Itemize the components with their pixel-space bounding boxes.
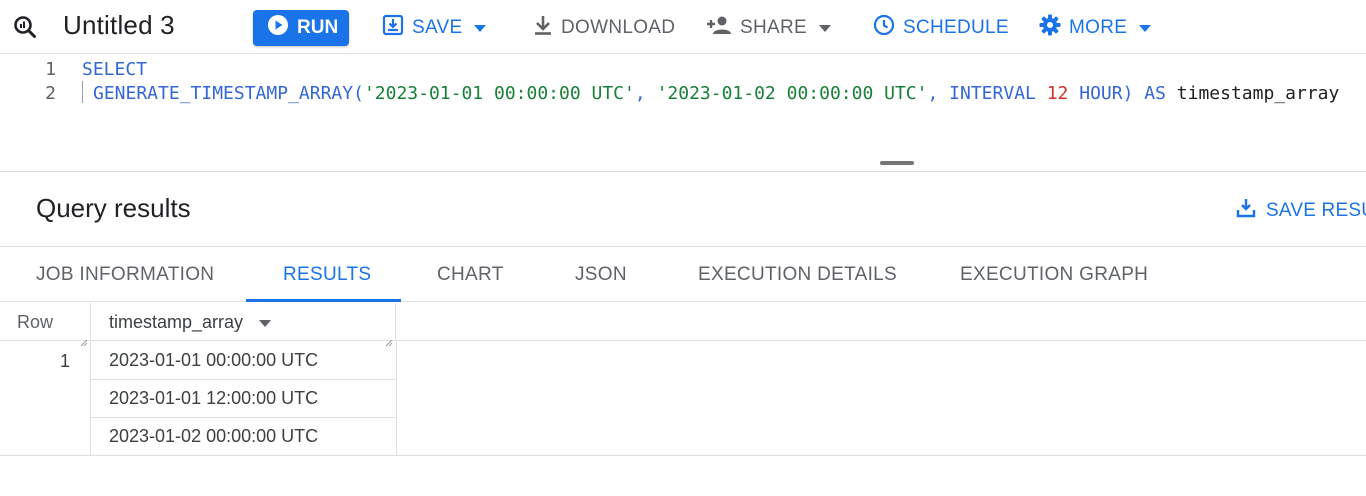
- table-cell[interactable]: 2023-01-01 12:00:00 UTC: [91, 380, 397, 418]
- table-row: 2023-01-01 12:00:00 UTC: [0, 380, 397, 418]
- code-line-1[interactable]: SELECT: [82, 59, 147, 80]
- row-number-spacer: [0, 380, 91, 418]
- code-token: '2023-01-01 00:00:00 UTC': [363, 83, 635, 104]
- query-title[interactable]: Untitled 3: [63, 10, 175, 41]
- resize-grip-icon[interactable]: [80, 331, 88, 347]
- row-number: 1: [0, 342, 91, 380]
- code-token: , INTERVAL: [927, 83, 1047, 104]
- sort-menu-icon[interactable]: [259, 312, 272, 333]
- play-icon: [267, 14, 297, 42]
- add-person-icon: [706, 15, 740, 41]
- code-token: '2023-01-02 00:00:00 UTC': [656, 83, 928, 104]
- table-cell[interactable]: 2023-01-02 00:00:00 UTC: [91, 418, 397, 456]
- more-label: MORE: [1069, 17, 1128, 38]
- run-label: RUN: [297, 17, 339, 38]
- line-number: 1: [45, 59, 56, 80]
- share-button[interactable]: SHARE: [706, 10, 839, 46]
- chevron-down-icon: [1139, 17, 1159, 39]
- code-token: timestamp_array: [1176, 83, 1340, 104]
- resize-grip-icon[interactable]: [385, 331, 393, 347]
- gear-icon: [1039, 14, 1069, 42]
- code-token: HOUR) AS: [1068, 83, 1177, 104]
- share-label: SHARE: [740, 17, 807, 38]
- editor-resize-handle[interactable]: [880, 161, 914, 165]
- table-header: Row timestamp_array: [0, 303, 1366, 347]
- table-row: 2023-01-02 00:00:00 UTC: [0, 418, 397, 456]
- toolbar: Untitled 3 RUN SAVE DOWNLOAD SHARE SCHED…: [0, 0, 1366, 54]
- tab-results[interactable]: RESULTS: [283, 247, 371, 303]
- tab-execution-graph[interactable]: EXECUTION GRAPH: [960, 247, 1148, 303]
- row-number-spacer: [0, 418, 91, 456]
- code-token: 12: [1046, 83, 1069, 104]
- download-button[interactable]: DOWNLOAD: [533, 10, 675, 46]
- code-token: SELECT: [82, 59, 148, 80]
- schedule-button[interactable]: SCHEDULE: [873, 10, 1009, 46]
- tab-execution-details[interactable]: EXECUTION DETAILS: [698, 247, 897, 303]
- save-icon: [1236, 198, 1266, 224]
- save-results-button[interactable]: SAVE RESU: [1236, 198, 1366, 224]
- table-divider: [0, 455, 1366, 456]
- column-header-label: timestamp_array: [109, 311, 244, 332]
- active-tab-indicator: [246, 299, 401, 302]
- tab-chart[interactable]: CHART: [437, 247, 504, 303]
- run-button[interactable]: RUN: [253, 10, 349, 46]
- download-icon: [533, 14, 561, 42]
- bigquery-query-icon: [13, 15, 37, 39]
- more-button[interactable]: MORE: [1039, 10, 1159, 46]
- query-results-title: Query results: [36, 193, 191, 223]
- code-line-2[interactable]: GENERATE_TIMESTAMP_ARRAY('2023-01-01 00:…: [93, 83, 1339, 104]
- download-label: DOWNLOAD: [561, 17, 676, 38]
- save-icon: [382, 14, 412, 42]
- results-tabs: JOB INFORMATION RESULTS CHART JSON EXECU…: [0, 246, 1366, 302]
- clock-icon: [873, 14, 903, 42]
- row-column-header: Row: [0, 303, 91, 347]
- sql-editor[interactable]: 1 SELECT 2 GENERATE_TIMESTAMP_ARRAY('202…: [0, 54, 1366, 172]
- table-row: 1 2023-01-01 00:00:00 UTC: [0, 342, 397, 380]
- code-token: ,: [634, 83, 657, 104]
- tab-job-information[interactable]: JOB INFORMATION: [36, 247, 214, 303]
- code-token: GENERATE_TIMESTAMP_ARRAY(: [93, 83, 364, 104]
- chevron-down-icon: [474, 17, 494, 39]
- line-number: 2: [45, 83, 56, 104]
- save-button[interactable]: SAVE: [382, 10, 494, 46]
- row-header-label: Row: [17, 311, 54, 332]
- chevron-down-icon: [818, 17, 839, 39]
- text-cursor: [82, 81, 83, 103]
- timestamp-array-column-header[interactable]: timestamp_array: [91, 303, 396, 347]
- schedule-label: SCHEDULE: [903, 17, 1009, 38]
- tab-json[interactable]: JSON: [575, 247, 627, 303]
- table-cell[interactable]: 2023-01-01 00:00:00 UTC: [91, 342, 397, 380]
- save-label: SAVE: [412, 17, 463, 38]
- save-results-label: SAVE RESU: [1266, 200, 1366, 221]
